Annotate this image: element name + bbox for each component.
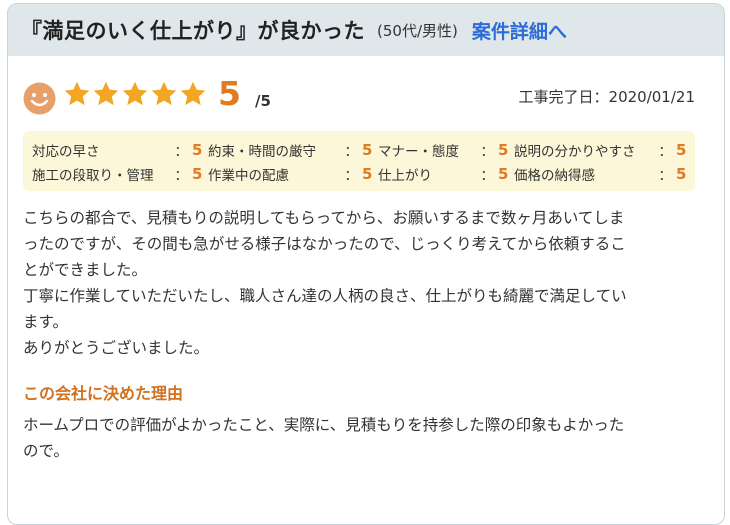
reason-line: ので。 bbox=[23, 442, 69, 460]
criteria-label: 作業中の配慮 bbox=[208, 168, 289, 184]
criteria-value: 5 bbox=[498, 141, 509, 159]
criteria-row: 施工の段取り・管理： 5 作業中の配慮： 5 仕上がり： 5 価格の納得感： 5 bbox=[32, 162, 695, 186]
completion-date: 工事完了日：2020/01/21 bbox=[519, 86, 695, 107]
star-icon bbox=[122, 81, 148, 106]
reviewer-meta: (50代/男性) bbox=[377, 21, 458, 40]
criteria-label: 説明の分かりやすさ bbox=[514, 144, 636, 160]
criteria-label: 価格の納得感 bbox=[514, 168, 595, 184]
criteria-label: 約束・時間の厳守 bbox=[208, 144, 316, 160]
smiley-face-icon bbox=[23, 82, 56, 115]
criteria-label: 施工の段取り・管理 bbox=[32, 168, 154, 184]
criteria-label: 仕上がり bbox=[378, 168, 432, 184]
star-icon bbox=[93, 81, 119, 106]
review-line: ます。 bbox=[23, 313, 68, 331]
rating-score: 5 bbox=[218, 74, 241, 113]
criteria-value: 5 bbox=[676, 141, 687, 159]
reason-heading: この会社に決めた理由 bbox=[23, 384, 184, 403]
criteria-item: 約束・時間の厳守： 5 bbox=[208, 140, 378, 160]
criteria-item: マナー・態度： 5 bbox=[378, 140, 514, 160]
review-line: ありがとうございました。 bbox=[23, 339, 210, 357]
review-line: 丁寧に作業していただいたし、職人さん達の人柄の良さ、仕上がりも綺麗で満足してい bbox=[23, 287, 627, 305]
star-icon bbox=[180, 81, 206, 106]
criteria-label: マナー・態度 bbox=[378, 144, 459, 160]
completion-label: 工事完了日： bbox=[518, 88, 609, 106]
criteria-value: 5 bbox=[676, 165, 687, 183]
criteria-row: 対応の早さ： 5 約束・時間の厳守： 5 マナー・態度： 5 説明の分かりやすさ： 5 bbox=[32, 138, 695, 162]
criteria-value: 5 bbox=[192, 165, 203, 183]
criteria-item: 対応の早さ： 5 bbox=[32, 140, 208, 160]
star-rating bbox=[63, 80, 208, 108]
review-line: ったのですが、その間も急がせる様子はなかったので、じっくり考えてから依頼するこ bbox=[23, 235, 626, 253]
criteria-item: 価格の納得感： 5 bbox=[514, 164, 692, 184]
reason-line: ホームプロでの評価がよかったこと、実際に、見積もりを持参した際の印象もよかった bbox=[23, 416, 625, 434]
rating-row: 5 /5 工事完了日：2020/01/21 bbox=[23, 74, 695, 118]
completion-value: 2020/01/21 bbox=[608, 88, 695, 106]
review-text: こちらの都合で、見積もりの説明してもらってから、お願いするまで数ヶ月あいてしま … bbox=[23, 205, 703, 361]
project-detail-link[interactable]: 案件詳細へ bbox=[472, 17, 567, 44]
criteria-item: 説明の分かりやすさ： 5 bbox=[514, 140, 692, 160]
criteria-value: 5 bbox=[498, 165, 509, 183]
criteria-item: 作業中の配慮： 5 bbox=[208, 164, 378, 184]
criteria-value: 5 bbox=[192, 141, 203, 159]
reason-text: ホームプロでの評価がよかったこと、実際に、見積もりを持参した際の印象もよかった … bbox=[23, 412, 703, 464]
rating-max: /5 bbox=[255, 92, 271, 110]
review-line: とができました。 bbox=[23, 261, 148, 279]
star-icon bbox=[64, 81, 90, 106]
review-line: こちらの都合で、見積もりの説明してもらってから、お願いするまで数ヶ月あいてしま bbox=[23, 209, 625, 227]
criteria-value: 5 bbox=[362, 165, 373, 183]
criteria-item: 施工の段取り・管理： 5 bbox=[32, 164, 208, 184]
star-icon bbox=[151, 81, 177, 106]
review-title: 『満足のいく仕上がり』が良かった bbox=[21, 19, 365, 43]
criteria-label: 対応の早さ bbox=[32, 144, 100, 160]
criteria-scores: 対応の早さ： 5 約束・時間の厳守： 5 マナー・態度： 5 説明の分かりやすさ： 5 … bbox=[23, 131, 695, 191]
review-header: 『満足のいく仕上がり』が良かった (50代/男性) 案件詳細へ bbox=[8, 4, 724, 56]
criteria-item: 仕上がり： 5 bbox=[378, 164, 514, 184]
criteria-value: 5 bbox=[362, 141, 373, 159]
